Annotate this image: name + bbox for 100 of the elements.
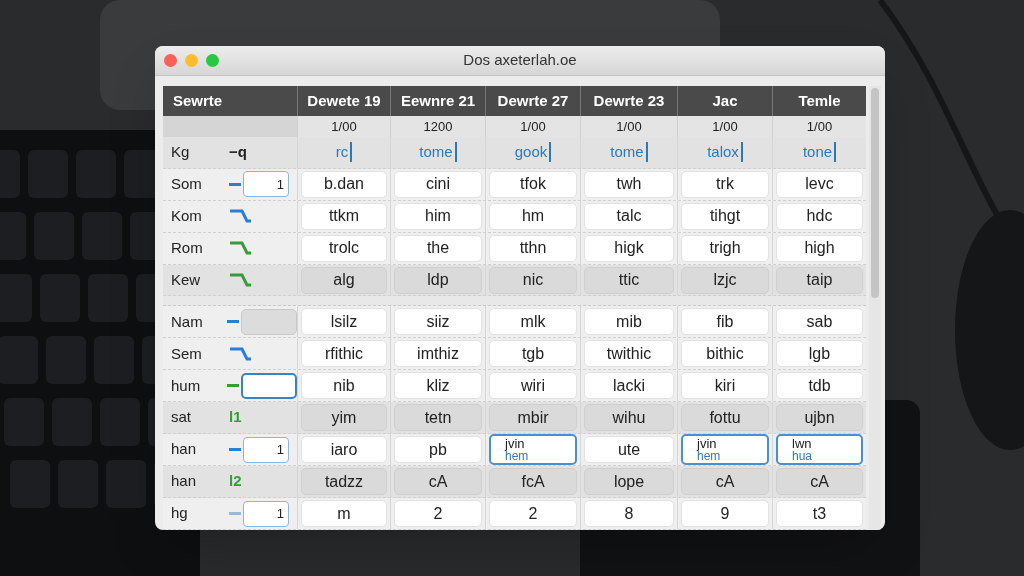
table-cell[interactable]: twithic [584,340,674,368]
minimize-icon[interactable] [185,54,198,67]
column-header[interactable]: Sewrte [163,86,297,116]
table-cell[interactable]: talc [584,202,674,230]
stepper-field[interactable]: 1 [243,500,289,527]
table-cell[interactable]: fib [681,308,769,336]
table-cell[interactable]: lwn hua [776,434,863,466]
table-cell[interactable]: fcA [489,468,577,496]
table-cell[interactable]: kiri [681,372,769,400]
table-cell[interactable]: 2 [489,500,577,528]
table-cell[interactable]: imthiz [394,340,482,368]
scrollbar-thumb[interactable] [871,88,879,298]
column-header[interactable]: Temle [772,86,866,116]
table-cell[interactable]: ujbn [776,404,863,432]
column-subheader: 1/00 [331,117,357,136]
table-cell[interactable]: ute [584,436,674,464]
table-cell[interactable]: ldp [394,266,482,294]
table-cell[interactable]: tgb [489,340,577,368]
table-cell[interactable]: taip [776,266,863,294]
table-cell[interactable]: lacki [584,372,674,400]
column-subheader: 1/00 [616,117,642,136]
table-cell[interactable]: siiz [394,308,482,336]
table-cell[interactable]: cini [394,170,482,198]
table-cell[interactable]: cA [681,468,769,496]
table-cell[interactable]: sab [776,308,863,336]
table-cell[interactable]: hm [489,202,577,230]
table-cell[interactable]: mib [584,308,674,336]
table-cell[interactable]: 9 [681,500,769,528]
table-cell[interactable]: 8 [584,500,674,528]
row-label: Nam [170,311,204,332]
editing-cell-text[interactable]: tome [419,142,457,163]
table-cell[interactable]: levc [776,170,863,198]
table-cell[interactable]: ttkm [301,202,387,230]
table-cell[interactable]: trigh [681,234,769,262]
window-title: Dos axeterlah.oe [463,50,577,71]
table-cell[interactable]: higk [584,234,674,262]
table-cell[interactable]: tetn [394,404,482,432]
table-cell[interactable]: ttic [584,266,674,294]
table-cell[interactable]: tfok [489,170,577,198]
table-cell[interactable]: lsilz [301,308,387,336]
table-cell[interactable]: iaro [301,436,387,464]
table-cell[interactable]: jvin hem [681,434,769,466]
editing-cell-text[interactable]: gook [514,142,552,163]
table-cell[interactable]: twh [584,170,674,198]
row-label: Rom [170,237,204,258]
table-cell[interactable]: pb [394,436,482,464]
table-cell[interactable]: him [394,202,482,230]
table-cell[interactable]: nib [301,372,387,400]
row-label: Kg [170,142,191,163]
table-cell[interactable]: nic [489,266,577,294]
table-cell[interactable]: rfithic [301,340,387,368]
table-cell[interactable]: fottu [681,404,769,432]
column-header[interactable]: Jac [677,86,772,116]
stepper-field[interactable]: 1 [243,436,289,463]
table-cell[interactable]: lgb [776,340,863,368]
close-icon[interactable] [164,54,177,67]
column-header[interactable]: Dewete 19 [297,86,390,116]
table-cell[interactable]: tihgt [681,202,769,230]
table-cell[interactable]: t3 [776,500,863,528]
table-cell[interactable]: kliz [394,372,482,400]
table-cell[interactable]: tadzz [301,468,387,496]
table-cell[interactable]: tthn [489,234,577,262]
column-header[interactable]: Eewnre 21 [390,86,485,116]
marker-text: −q [229,142,247,163]
column-header[interactable]: Dewrte 27 [485,86,580,116]
table-cell[interactable]: mlk [489,308,577,336]
table-cell[interactable]: trolc [301,234,387,262]
table-cell[interactable]: lope [584,468,674,496]
input-field[interactable] [241,308,297,335]
editing-cell-text[interactable]: tone [802,142,837,163]
table-cell[interactable]: high [776,234,863,262]
table-cell[interactable]: cA [394,468,482,496]
table-cell[interactable]: alg [301,266,387,294]
editing-cell-text[interactable]: tome [610,142,648,163]
editing-cell-text[interactable]: rc [335,142,353,163]
column-header[interactable]: Dewrte 23 [580,86,677,116]
table-cell[interactable]: tdb [776,372,863,400]
table-cell[interactable]: trk [681,170,769,198]
table-cell[interactable]: yim [301,404,387,432]
table-cell[interactable]: cA [776,468,863,496]
table-cell[interactable]: wiri [489,372,577,400]
table-cell[interactable]: bithic [681,340,769,368]
editing-cell-text[interactable]: talox [707,142,743,163]
table-cell[interactable]: 2 [394,500,482,528]
maximize-icon[interactable] [206,54,219,67]
table-cell[interactable]: wihu [584,404,674,432]
table-cell[interactable]: b.dan [301,170,387,198]
row-label: Kom [170,205,203,226]
column-subheader: 1/00 [520,117,546,136]
table-cell[interactable]: hdc [776,202,863,230]
table-cell[interactable]: mbir [489,404,577,432]
table-cell[interactable]: the [394,234,482,262]
row-label: sat [170,407,192,428]
input-field[interactable] [241,372,297,399]
stepper-field[interactable]: 1 [243,171,289,198]
table-cell[interactable]: m [301,500,387,528]
table-cell[interactable]: lzjc [681,266,769,294]
row-label: hum [170,375,202,396]
row-label: han [170,439,198,460]
table-cell[interactable]: jvin hem [489,434,577,466]
